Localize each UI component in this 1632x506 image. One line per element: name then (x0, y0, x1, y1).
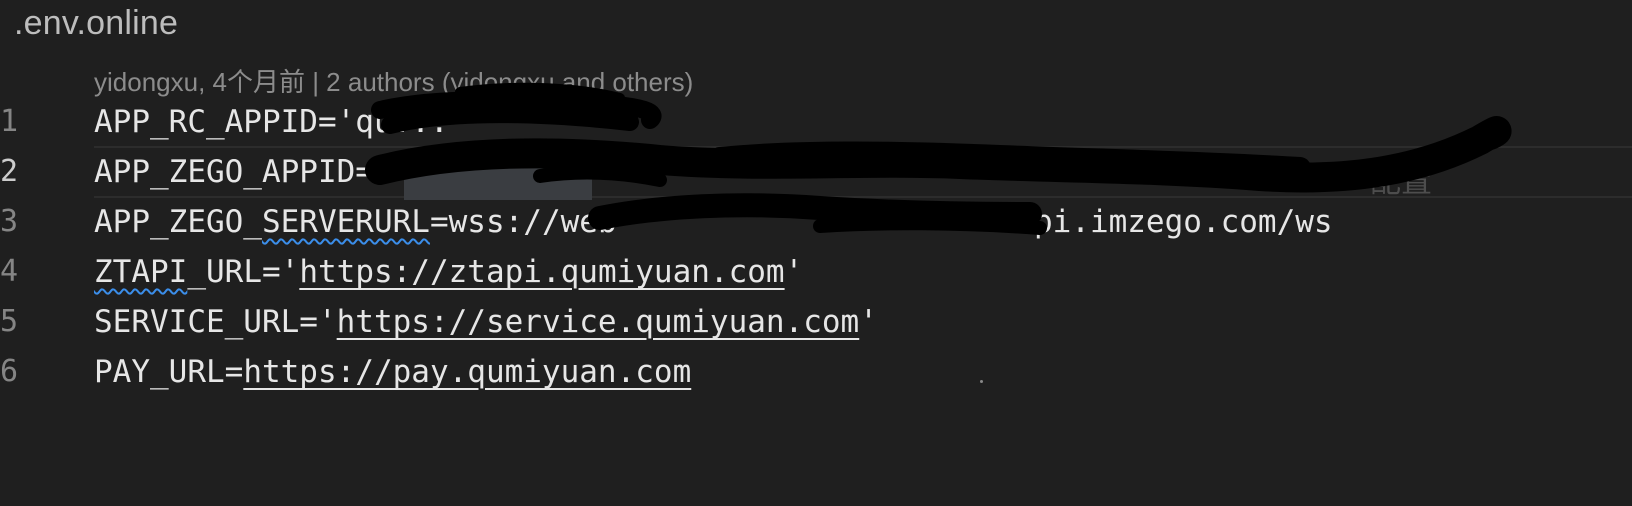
inline-blame-text: 配置 (1370, 164, 1432, 199)
line-number: 1 (0, 104, 19, 139)
code-text[interactable]: APP_ZEGO_APPID= (94, 150, 374, 194)
code-line-4[interactable]: 4 ZTAPI_URL='https://ztapi.qumiyuan.com' (0, 246, 1632, 298)
code-text[interactable]: SERVICE_URL='https://service.qumiyuan.co… (94, 300, 878, 344)
code-text[interactable]: PAY_URL=https://pay.qumiyuan.com (94, 350, 691, 394)
env-value: 'qu...' (336, 104, 468, 140)
env-value-prefix: wss://web (448, 204, 617, 240)
quote: ' (784, 254, 804, 290)
code-text[interactable]: APP_RC_APPID='qu...' (94, 100, 467, 144)
code-text[interactable]: APP_ZEGO_SERVERURL=wss://web -api.imzego.… (94, 200, 1333, 244)
line-number: 2 (0, 154, 19, 189)
line-number: 5 (0, 304, 19, 339)
git-blame-codelens[interactable]: yidongxu, 4个月前 | 2 authors (yidongxu and… (94, 62, 693, 99)
url-link[interactable]: https://service.qumiyuan.com (337, 304, 860, 340)
env-key: SERVICE_URL= (94, 304, 318, 340)
url-link[interactable]: https://pay.qumiyuan.com (243, 354, 691, 390)
env-key: PAY_URL= (94, 354, 244, 390)
line-number: 3 (0, 204, 19, 239)
quote: ' (280, 254, 300, 290)
env-key: APP_ZEGO_APPID= (94, 154, 374, 190)
quote: ' (859, 304, 878, 340)
code-editor[interactable]: .env.online yidongxu, 4个月前 | 2 authors (… (0, 0, 1632, 506)
inline-blame-hint: 配置 (1370, 156, 1432, 201)
code-text[interactable]: ZTAPI_URL='https://ztapi.qumiyuan.com' (94, 250, 803, 294)
env-key: APP_RC_APPID= (94, 104, 337, 140)
line-number: 4 (0, 254, 19, 289)
code-line-1[interactable]: 1 APP_RC_APPID='qu...' (0, 96, 1632, 148)
code-line-3[interactable]: 3 APP_ZEGO_SERVERURL=wss://web -api.imzeg… (0, 196, 1632, 248)
file-title: .env.online (14, 4, 179, 42)
url-link[interactable]: https://ztapi.qumiyuan.com (299, 254, 784, 290)
quote: ' (317, 304, 337, 340)
line-number: 6 (0, 354, 19, 389)
cursor-dot (980, 380, 983, 383)
code-line-6[interactable]: 6 PAY_URL=https://pay.qumiyuan.com (0, 346, 1632, 398)
spell-check-squiggle[interactable]: SERVERURL (262, 204, 430, 240)
spell-check-squiggle[interactable]: ZTAPI (94, 254, 187, 290)
env-value-suffix: -api.imzego.com/ws (996, 204, 1333, 240)
code-line-5[interactable]: 5 SERVICE_URL='https://service.qumiyuan.… (0, 296, 1632, 348)
